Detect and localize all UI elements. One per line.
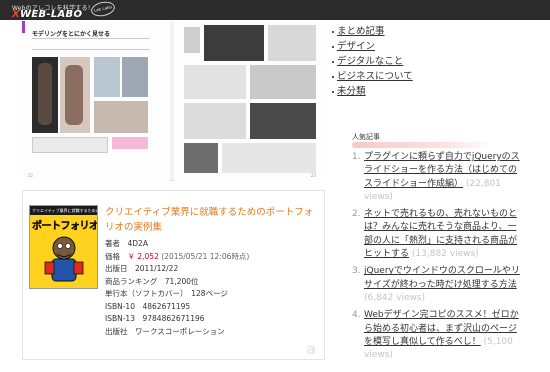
figure-photo (122, 57, 148, 97)
author-row: 著者 4D2A (105, 239, 148, 248)
bullet-icon (332, 61, 334, 63)
book-cover-image[interactable]: クリエイティブ業界に就職するための ポートフォリオ実例集 (29, 205, 98, 289)
list-item: 2. ネットで売れるもの、売れないものとは？みんなに売れそうな商品より、一部の人… (352, 208, 522, 261)
list-item: 3. jQueryでウインドウのスクロールやリサイズが終わった時だけ処理する方法… (352, 265, 522, 305)
figure-sculpture (65, 65, 83, 125)
popular-articles-list: 1. プラグインに頼らず自力でjQueryのスライドショーを作る方法（はじめての… (352, 151, 522, 366)
product-title-link[interactable]: クリエイティブ業界に就職するためのポートフォリオの実例集 (105, 205, 320, 235)
rank-number: 3. (352, 266, 361, 277)
product-card: クリエイティブ業界に就職するための ポートフォリオ実例集 クリエイティブ業界に就… (22, 190, 325, 360)
figure-photo (184, 65, 246, 99)
figure-sculpture (38, 63, 52, 125)
isbn10-row: ISBN-10 4862671195 (105, 301, 191, 311)
bullet-icon (332, 91, 334, 93)
isbn13-row: ISBN-13 9784862671196 (105, 314, 205, 323)
category-link[interactable]: 未分類 (332, 85, 413, 100)
heading-underline (352, 142, 492, 148)
figure-photo (184, 103, 246, 139)
release-row: 出版日 2011/12/22 (105, 264, 179, 273)
figure-photo (250, 103, 316, 139)
top-bar: Webのアレコレを科学する！ XWEB-LABO Lab Labo (0, 0, 550, 20)
category-link[interactable]: まとめ記事 (332, 25, 413, 40)
publisher-row: 出版社 ワークスコーポレーション (105, 326, 225, 336)
figure-photo (268, 25, 316, 61)
site-logo-text: XWEB-LABO (12, 9, 83, 20)
cover-illustration (44, 236, 84, 282)
cover-subtitle: クリエイティブ業界に就職するための (30, 206, 98, 215)
price-row: 価格 ￥ 2,052 (2015/05/21 12:06時点) (105, 251, 250, 261)
category-list: まとめ記事 デザイン デジタルなこと ビジネスについて 未分類 (332, 25, 413, 100)
amazon-logo-icon: a (306, 340, 317, 358)
book-spread-image: モデリングをとにかく見せる 22 23 (22, 21, 322, 181)
price-timestamp: (2015/05/21 12:06時点) (161, 251, 250, 261)
caption-highlight (112, 137, 148, 149)
rank-number: 4. (352, 310, 361, 321)
page-tab-marker (22, 21, 25, 33)
category-link[interactable]: ビジネスについて (332, 70, 413, 85)
figure-photo (184, 27, 200, 53)
list-item: 1. プラグインに頼らず自力でjQueryのスライドショーを作る方法（はじめての… (352, 151, 522, 204)
spread-title: モデリングをとにかく見せる (32, 31, 111, 38)
page-number-right: 23 (310, 173, 316, 178)
view-count: (6,842 views) (364, 292, 426, 303)
popular-articles-heading: 人気記事 (352, 133, 380, 141)
figure-photo (94, 57, 120, 97)
figure-photo (94, 101, 148, 133)
list-item: 4. Webデザイン完コピのススメ！ゼロから始める初心者は、まず沢山のページを模… (352, 309, 522, 362)
product-info: 著者 4D2A 価格 ￥ 2,052 (2015/05/21 12:06時点) … (105, 238, 249, 338)
category-link[interactable]: デザイン (332, 40, 413, 55)
page-number-left: 22 (28, 173, 34, 178)
site-logo[interactable]: Webのアレコレを科学する！ XWEB-LABO Lab Labo (5, 0, 125, 20)
rank-number: 2. (352, 209, 361, 220)
article-link[interactable]: jQueryでウインドウのスクロールやリサイズが終わった時だけ処理する方法 (364, 266, 520, 289)
rank-number: 1. (352, 152, 361, 162)
spread-page-right: 23 (174, 21, 322, 181)
bullet-icon (332, 76, 334, 78)
price-value: ￥ 2,052 (127, 251, 159, 261)
bullet-icon (332, 31, 334, 33)
category-link[interactable]: デジタルなこと (332, 55, 413, 70)
cover-title: ポートフォリオ実例集 (32, 221, 98, 232)
figure-photo (222, 143, 316, 173)
caption-box (32, 137, 108, 153)
figure-photo (184, 143, 218, 173)
figure-photo (250, 65, 316, 99)
spread-body-text (32, 38, 150, 50)
ranking-row: 商品ランキング 71,200位 (105, 276, 199, 286)
bullet-icon (332, 46, 334, 48)
spread-page-left: モデリングをとにかく見せる 22 (22, 21, 170, 181)
binding-row: 単行本（ソフトカバー） 128ページ (105, 289, 228, 298)
view-count: (13,882 views) (411, 249, 479, 260)
figure-photo (204, 25, 264, 61)
